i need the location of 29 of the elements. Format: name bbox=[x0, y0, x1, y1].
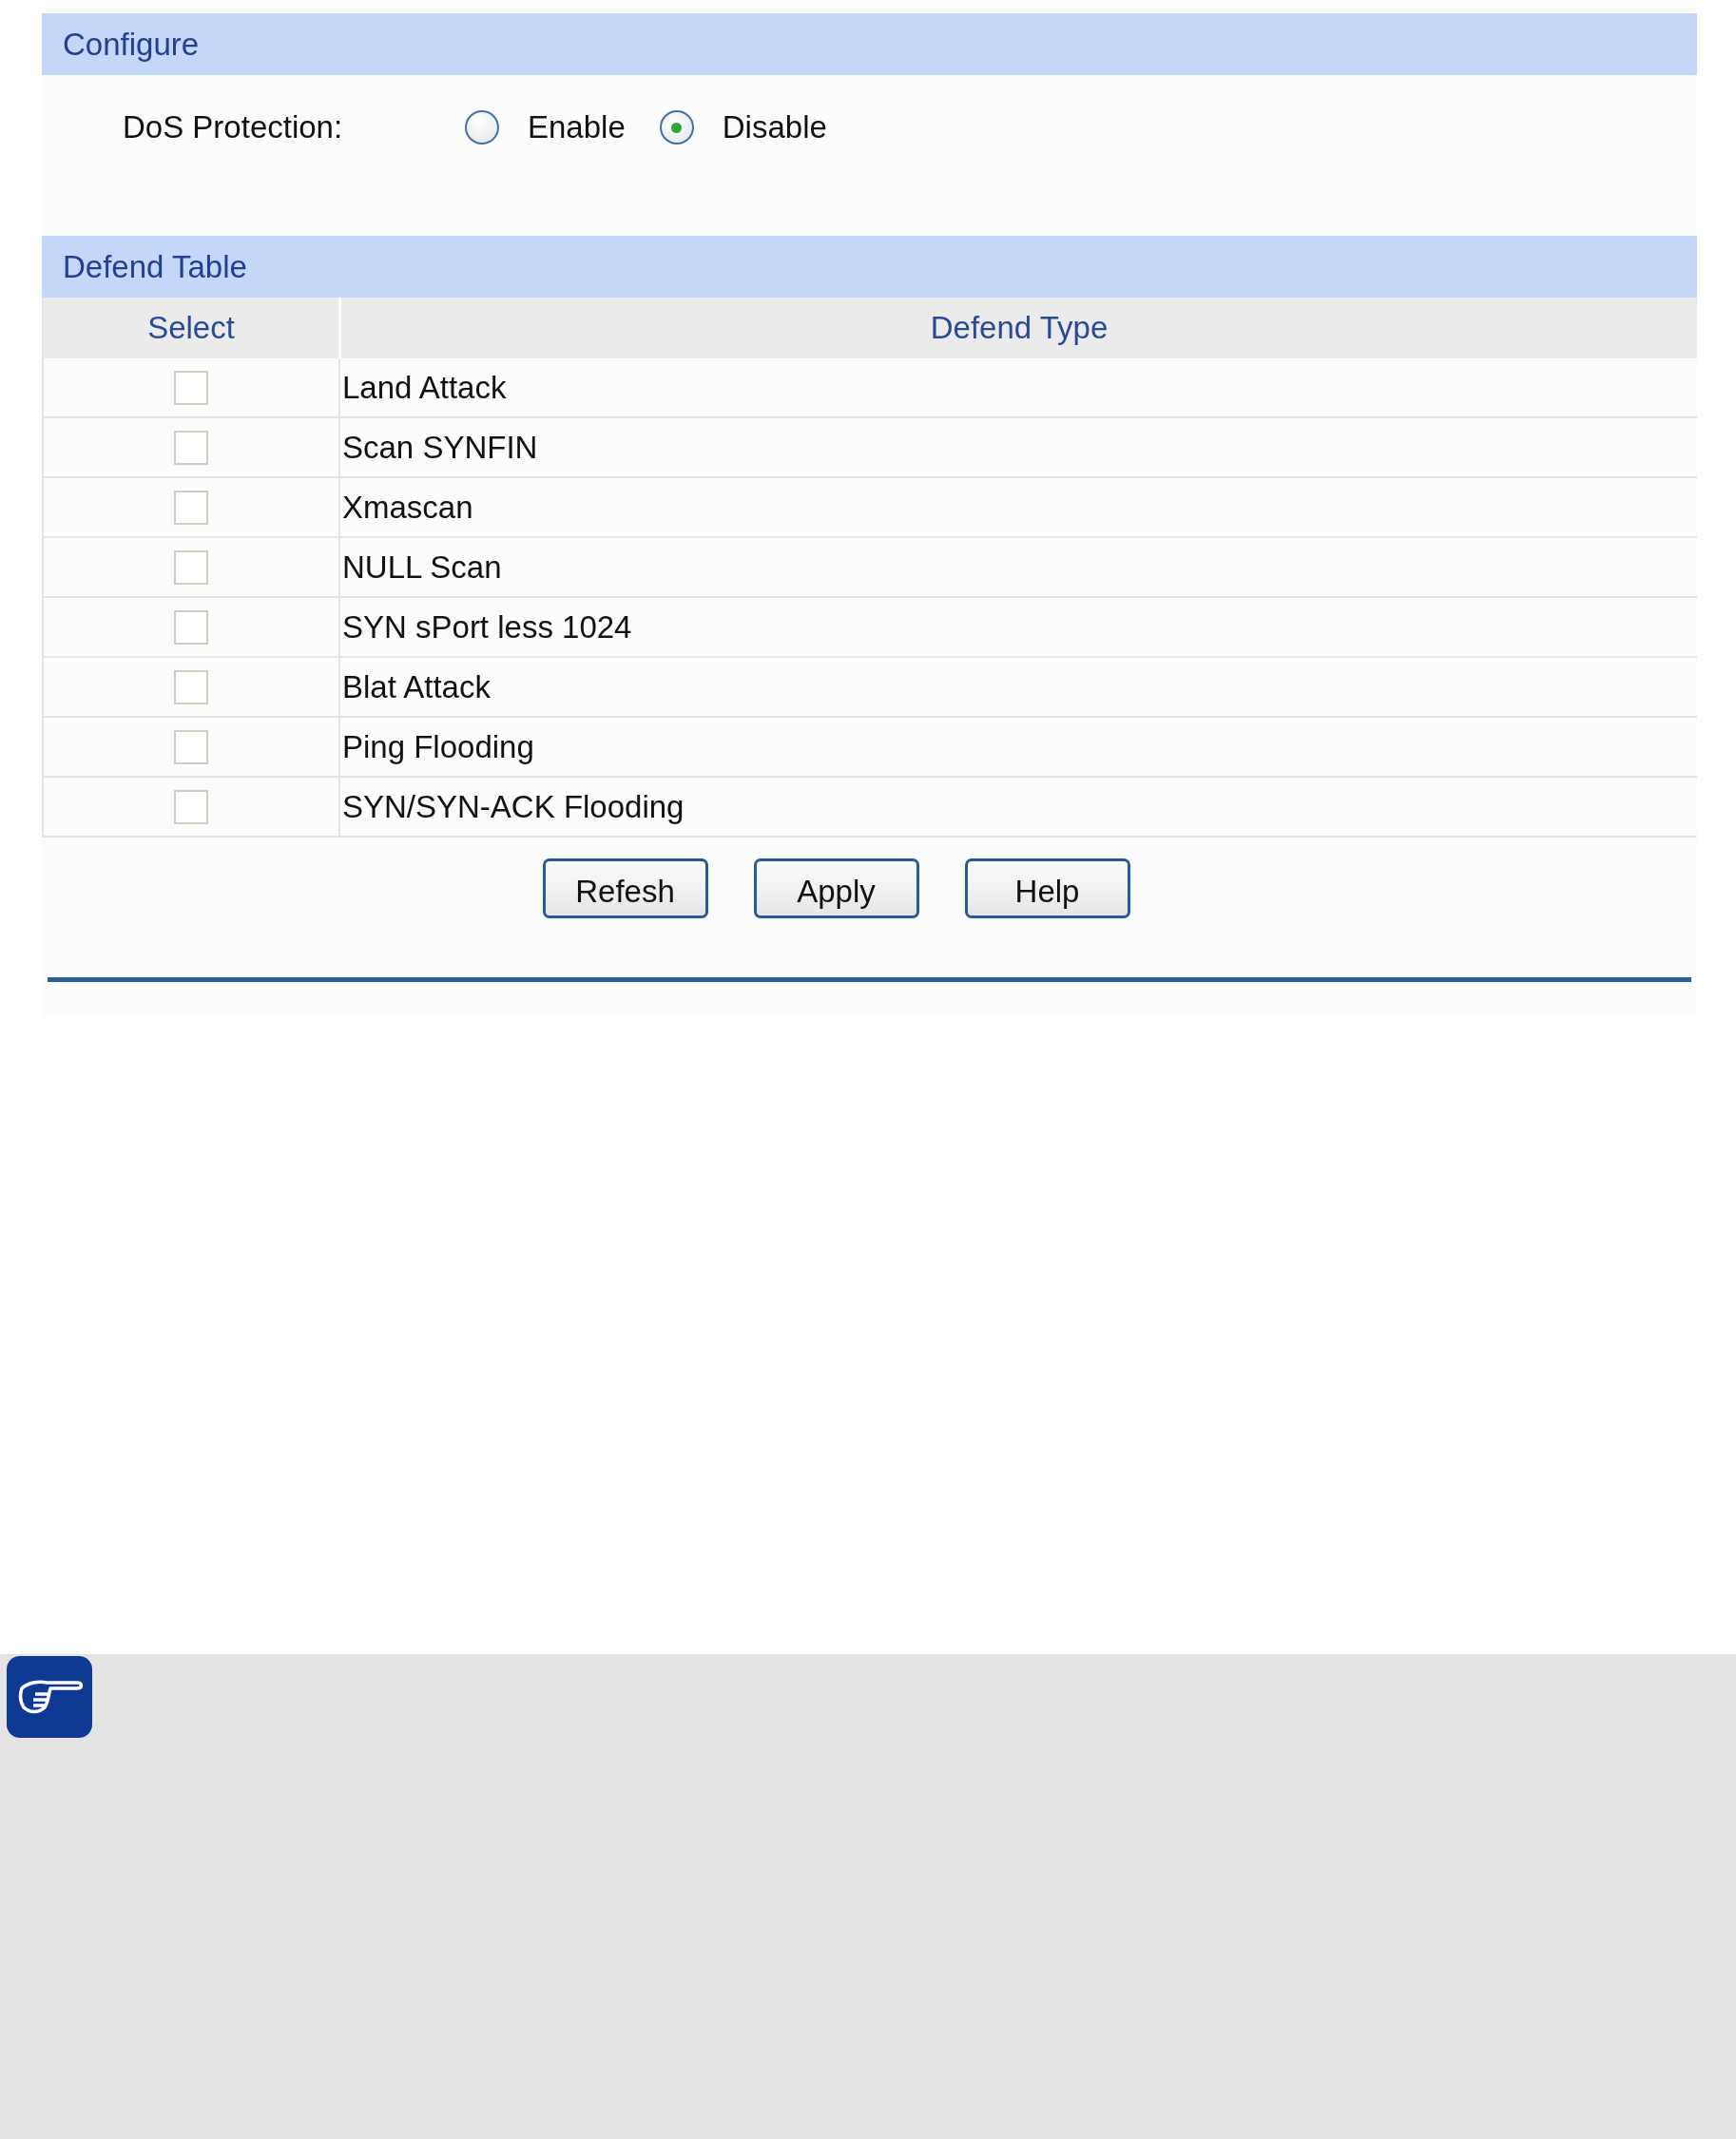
checkbox[interactable] bbox=[174, 609, 208, 645]
checkbox[interactable] bbox=[174, 430, 208, 465]
action-button[interactable]: Apply bbox=[753, 858, 919, 918]
field-label: DoS Protection: bbox=[123, 109, 344, 145]
column-header: Defend Type bbox=[338, 298, 1697, 358]
table-cell: Land Attack bbox=[342, 369, 507, 406]
action-button[interactable]: Refesh bbox=[542, 858, 708, 918]
checkbox[interactable] bbox=[174, 669, 208, 704]
checkbox[interactable] bbox=[174, 789, 208, 824]
table-cell: NULL Scan bbox=[342, 549, 502, 586]
radio-button[interactable] bbox=[659, 110, 694, 145]
checkbox[interactable] bbox=[174, 549, 208, 585]
section-header: Configure bbox=[42, 13, 1697, 75]
table-cell: SYN/SYN-ACK Flooding bbox=[342, 788, 685, 825]
radio-label[interactable]: Enable bbox=[528, 109, 626, 145]
table-cell: Ping Flooding bbox=[342, 728, 534, 765]
table-cell: Xmascan bbox=[342, 489, 473, 526]
radio-label[interactable]: Disable bbox=[722, 109, 827, 145]
table-cell: Scan SYNFIN bbox=[342, 429, 538, 466]
table-cell: SYN sPort less 1024 bbox=[342, 608, 632, 646]
checkbox[interactable] bbox=[174, 370, 208, 405]
pointing-hand-icon bbox=[7, 1656, 92, 1738]
checkbox[interactable] bbox=[174, 729, 208, 764]
action-button[interactable]: Help bbox=[964, 858, 1130, 918]
column-header: Select bbox=[146, 309, 236, 347]
table-cell: Blat Attack bbox=[342, 668, 491, 705]
radio-button[interactable] bbox=[465, 110, 499, 145]
section-header: Defend Table bbox=[42, 236, 1697, 298]
checkbox[interactable] bbox=[174, 490, 208, 525]
